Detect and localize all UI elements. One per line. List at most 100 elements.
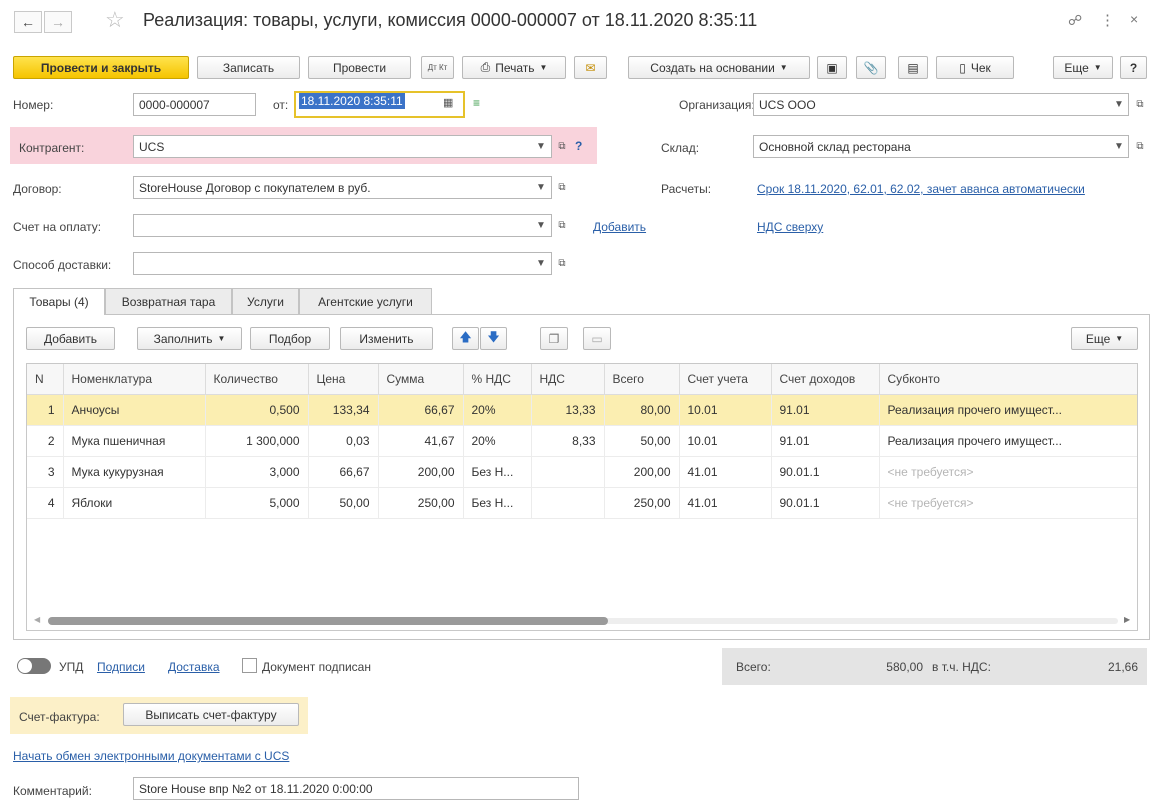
attachment-icon[interactable]: 📎 <box>856 56 886 79</box>
fill-button[interactable]: Заполнить ▼ <box>137 327 242 350</box>
column-header-name[interactable]: Номенклатура <box>63 364 206 395</box>
column-header-income[interactable]: Счет доходов <box>771 364 880 395</box>
column-header-vat-rate[interactable]: % НДС <box>463 364 532 395</box>
cell-price[interactable]: 133,34 <box>308 394 379 426</box>
scroll-left-icon[interactable]: ◀ <box>34 615 40 624</box>
counterparty-field[interactable]: UCS <box>133 135 552 158</box>
cell-total[interactable]: 250,00 <box>604 487 680 519</box>
date-field[interactable]: 18.11.2020 8:35:11 <box>294 91 465 118</box>
table-row[interactable]: 1 Анчоусы 0,500 133,34 66,67 20% 13,33 8… <box>27 394 1137 426</box>
chevron-down-icon[interactable]: ▼ <box>1110 93 1128 116</box>
column-header-vat[interactable]: НДС <box>531 364 605 395</box>
cell-income[interactable]: 91.01 <box>771 394 880 426</box>
open-icon[interactable]: ⧉ <box>1131 93 1149 116</box>
post-and-close-button[interactable]: Провести и закрыть <box>13 56 189 79</box>
move-down-icon[interactable]: 🡇 <box>480 327 507 350</box>
move-up-icon[interactable]: 🡅 <box>452 327 479 350</box>
cell-name[interactable]: Анчоусы <box>63 394 206 426</box>
cell-vat[interactable] <box>531 456 605 488</box>
paste-icon[interactable]: ▭ <box>583 327 611 350</box>
column-header-account[interactable]: Счет учета <box>679 364 772 395</box>
scroll-right-icon[interactable]: ▶ <box>1124 615 1130 624</box>
contract-field[interactable]: StoreHouse Договор с покупателем в руб. <box>133 176 552 199</box>
list-check-icon[interactable]: ≡ <box>473 96 480 110</box>
tab-agent-services[interactable]: Агентские услуги <box>299 288 432 314</box>
cell-total[interactable]: 50,00 <box>604 425 680 457</box>
number-field[interactable]: 0000-000007 <box>133 93 256 116</box>
cell-sum[interactable]: 250,00 <box>378 487 464 519</box>
cell-account[interactable]: 10.01 <box>679 394 772 426</box>
table-more-button[interactable]: Еще ▼ <box>1071 327 1138 350</box>
tab-return-containers[interactable]: Возвратная тара <box>105 288 232 314</box>
cell-vat-rate[interactable]: 20% <box>463 394 532 426</box>
email-icon[interactable]: ✉ <box>574 56 607 79</box>
cell-price[interactable]: 50,00 <box>308 487 379 519</box>
structure-icon[interactable]: ▣ <box>817 56 847 79</box>
warehouse-field[interactable]: Основной склад ресторана <box>753 135 1129 158</box>
settlements-link[interactable]: Срок 18.11.2020, 62.01, 62.02, зачет ава… <box>757 182 1085 196</box>
cell-sum[interactable]: 200,00 <box>378 456 464 488</box>
chevron-down-icon[interactable]: ▼ <box>532 135 550 158</box>
cell-income[interactable]: 91.01 <box>771 425 880 457</box>
add-row-button[interactable]: Добавить <box>26 327 115 350</box>
issue-invoice-button[interactable]: Выписать счет-фактуру <box>123 703 299 726</box>
cell-name[interactable]: Яблоки <box>63 487 206 519</box>
save-button[interactable]: Записать <box>197 56 300 79</box>
report-icon[interactable]: ▤ <box>898 56 928 79</box>
cell-account[interactable]: 41.01 <box>679 487 772 519</box>
cell-income[interactable]: 90.01.1 <box>771 487 880 519</box>
organization-field[interactable]: UCS ООО <box>753 93 1129 116</box>
upd-toggle[interactable] <box>17 658 51 674</box>
cell-price[interactable]: 66,67 <box>308 456 379 488</box>
add-invoice-link[interactable]: Добавить <box>593 220 646 234</box>
table-row[interactable]: 4 Яблоки 5,000 50,00 250,00 Без Н... 250… <box>27 487 1137 519</box>
column-header-price[interactable]: Цена <box>308 364 379 395</box>
table-row[interactable]: 3 Мука кукурузная 3,000 66,67 200,00 Без… <box>27 456 1137 488</box>
column-header-total[interactable]: Всего <box>604 364 680 395</box>
cell-subconto[interactable]: Реализация прочего имущест... <box>879 425 1137 457</box>
cell-vat-rate[interactable]: Без Н... <box>463 456 532 488</box>
open-icon[interactable]: ⧉ <box>553 252 571 275</box>
chevron-down-icon[interactable]: ▼ <box>532 214 550 237</box>
cell-vat-rate[interactable]: 20% <box>463 425 532 457</box>
chevron-down-icon[interactable]: ▼ <box>1110 135 1128 158</box>
help-icon[interactable]: ? <box>575 139 582 153</box>
comment-field[interactable]: Store House впр №2 от 18.11.2020 0:00:00 <box>133 777 579 800</box>
cell-account[interactable]: 41.01 <box>679 456 772 488</box>
tab-goods[interactable]: Товары (4) <box>13 288 105 315</box>
cell-total[interactable]: 200,00 <box>604 456 680 488</box>
open-icon[interactable]: ⧉ <box>553 214 571 237</box>
document-signed-checkbox[interactable] <box>242 658 257 673</box>
invoice-field[interactable] <box>133 214 552 237</box>
signatures-link[interactable]: Подписи <box>97 660 145 674</box>
edo-exchange-link[interactable]: Начать обмен электронными документами с … <box>13 749 289 763</box>
cell-name[interactable]: Мука кукурузная <box>63 456 206 488</box>
scroll-thumb[interactable] <box>48 617 608 625</box>
create-based-on-button[interactable]: Создать на основании ▼ <box>628 56 810 79</box>
cell-vat[interactable]: 8,33 <box>531 425 605 457</box>
pick-button[interactable]: Подбор <box>250 327 330 350</box>
calendar-icon[interactable]: ▦ <box>443 96 453 109</box>
cell-subconto[interactable]: <не требуется> <box>879 456 1137 488</box>
column-header-n[interactable]: N <box>27 364 64 395</box>
dt-kt-icon[interactable]: Дт Кт <box>421 56 454 79</box>
cell-subconto[interactable]: Реализация прочего имущест... <box>879 394 1137 426</box>
cell-vat[interactable] <box>531 487 605 519</box>
link-icon[interactable]: ☍ <box>1068 12 1082 29</box>
cell-sum[interactable]: 41,67 <box>378 425 464 457</box>
cell-total[interactable]: 80,00 <box>604 394 680 426</box>
change-button[interactable]: Изменить <box>340 327 433 350</box>
column-header-subconto[interactable]: Субконто <box>879 364 1137 395</box>
column-header-sum[interactable]: Сумма <box>378 364 464 395</box>
cell-vat[interactable]: 13,33 <box>531 394 605 426</box>
post-button[interactable]: Провести <box>308 56 411 79</box>
cell-qty[interactable]: 0,500 <box>205 394 309 426</box>
chevron-down-icon[interactable]: ▼ <box>532 252 550 275</box>
horizontal-scrollbar[interactable]: ◀ ▶ <box>26 612 1138 630</box>
cell-qty[interactable]: 1 300,000 <box>205 425 309 457</box>
close-icon[interactable]: × <box>1130 11 1138 27</box>
cell-income[interactable]: 90.01.1 <box>771 456 880 488</box>
forward-arrow-icon[interactable]: → <box>44 11 72 33</box>
help-button[interactable]: ? <box>1120 56 1147 79</box>
receipt-button[interactable]: ▯ Чек <box>936 56 1014 79</box>
